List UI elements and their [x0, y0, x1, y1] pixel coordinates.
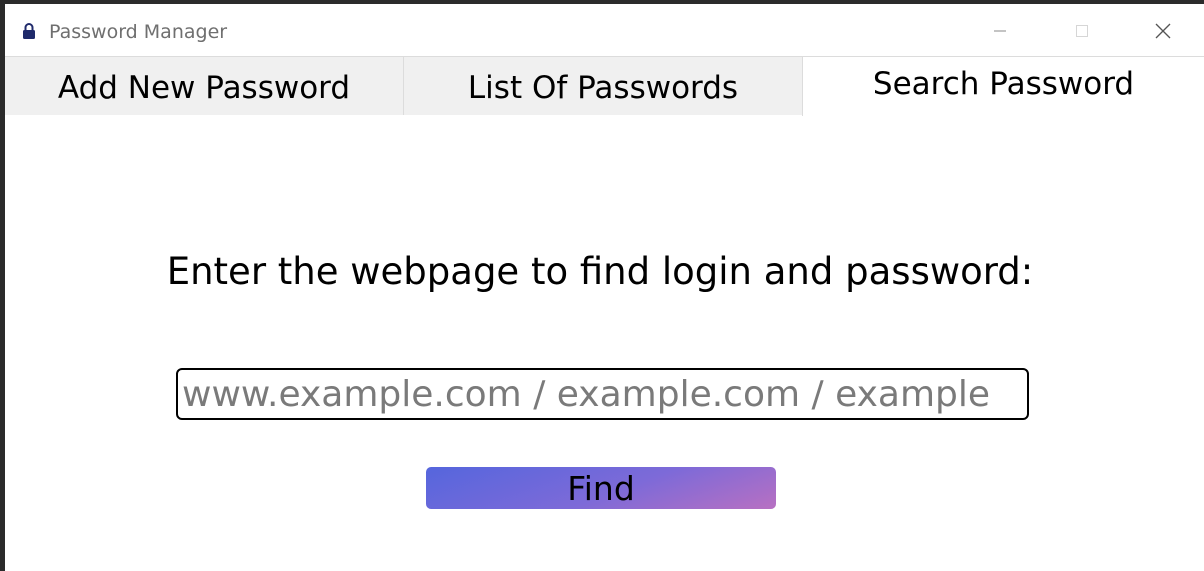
window-title: Password Manager [49, 21, 228, 43]
tab-search-password[interactable]: Search Password [802, 56, 1204, 116]
close-icon [1155, 23, 1171, 39]
minimize-icon [994, 30, 1006, 32]
title-bar[interactable]: Password Manager [5, 4, 1204, 56]
webpage-search-input[interactable] [176, 368, 1029, 420]
password-manager-window: Password Manager Add New Password List O… [5, 4, 1204, 571]
close-button[interactable] [1140, 16, 1186, 46]
maximize-button[interactable] [1059, 16, 1105, 46]
tab-bar: Add New Password List Of Passwords Searc… [5, 56, 1204, 116]
tab-add-new-password[interactable]: Add New Password [5, 56, 404, 115]
minimize-button[interactable] [977, 16, 1023, 46]
maximize-icon [1076, 25, 1088, 37]
tab-list-of-passwords[interactable]: List Of Passwords [404, 56, 803, 115]
find-button[interactable]: Find [426, 467, 776, 509]
lock-icon [23, 23, 35, 39]
search-prompt: Enter the webpage to find login and pass… [166, 250, 1034, 293]
find-button-label: Find [567, 468, 635, 508]
